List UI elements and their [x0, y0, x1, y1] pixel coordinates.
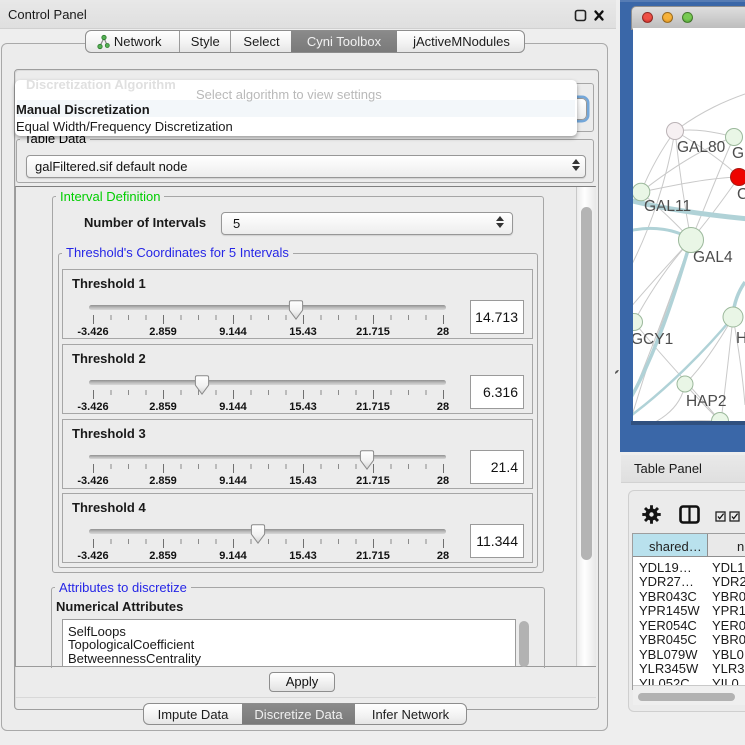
svg-text:GAL4: GAL4: [693, 249, 733, 266]
svg-text:HAP2: HAP2: [686, 393, 727, 410]
svg-text:H: H: [736, 330, 745, 347]
svg-text:G.: G.: [732, 145, 745, 162]
svg-text:C: C: [737, 186, 745, 203]
svg-text:GAL11: GAL11: [644, 198, 691, 215]
svg-text:GCY1: GCY1: [633, 331, 673, 348]
svg-text:GAL80: GAL80: [677, 139, 726, 156]
